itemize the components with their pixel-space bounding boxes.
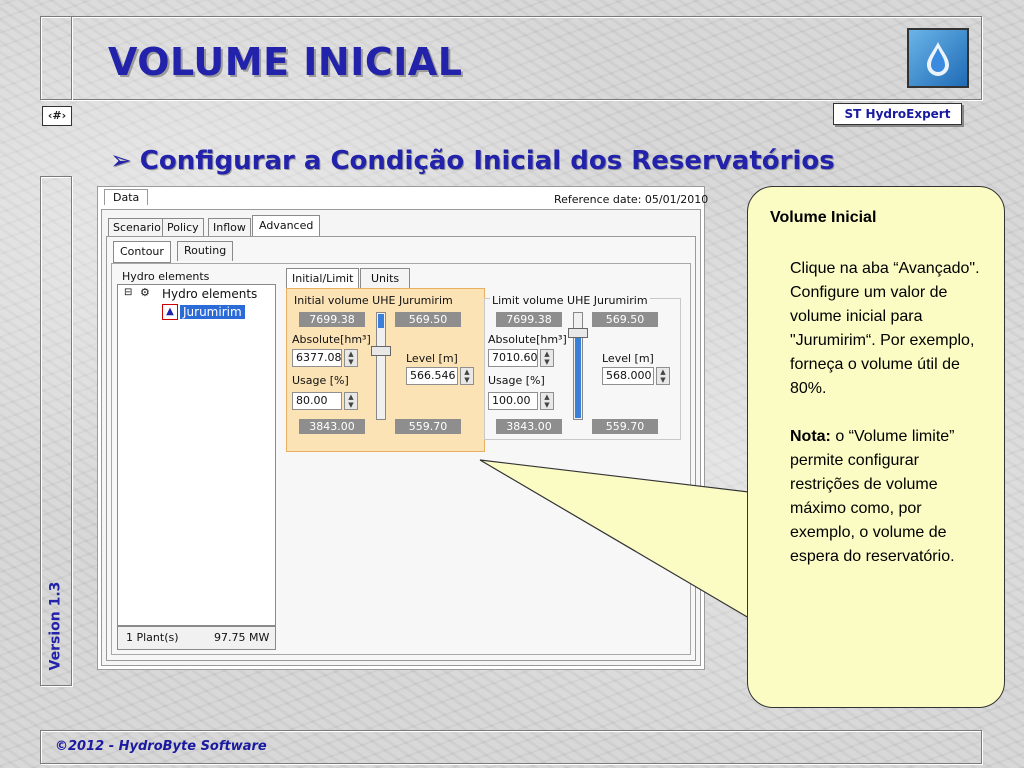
tab-units[interactable]: Units	[360, 268, 411, 289]
limit-usage-spinner[interactable]: ▲ ▼	[540, 392, 554, 410]
tree-item-jurumirim[interactable]: Jurumirim	[180, 305, 245, 319]
water-drop-icon	[907, 28, 969, 88]
initial-level-field[interactable]: 566.546	[406, 367, 458, 385]
tab-policy[interactable]: Policy	[162, 218, 204, 236]
initial-level-max: 569.50	[395, 312, 461, 327]
subtitle-text: Configurar a Condição Inicial dos Reserv…	[139, 146, 835, 176]
left-rail-top	[40, 16, 72, 100]
status-bar: 1 Plant(s) 97.75 MW	[117, 626, 276, 650]
data-tab[interactable]: Data	[104, 189, 149, 205]
initial-usage-label: Usage [%]	[292, 374, 349, 387]
initial-slider-fill	[378, 314, 384, 328]
tree-view: ⊟ ⚙ Hydro elements ▲ Jurumirim	[117, 284, 276, 626]
brand-label: ST HydroExpert	[833, 103, 962, 125]
initial-vol-max: 7699.38	[299, 312, 365, 327]
initial-level-spinner[interactable]: ▲ ▼	[460, 367, 474, 385]
initial-vol-min: 3843.00	[299, 419, 365, 434]
callout-note: Nota: o “Volume limite” permite configur…	[790, 425, 990, 569]
limit-level-label: Level [m]	[602, 352, 654, 365]
initial-volume-title: Initial volume UHE Jurumirim	[294, 294, 453, 307]
callout-text: Clique na aba “Avançado". Configure um v…	[790, 257, 990, 569]
arrow-bullet-icon: ➢	[110, 146, 132, 176]
limit-vol-min: 3843.00	[496, 419, 562, 434]
initial-absolute-field[interactable]: 6377.08	[292, 349, 342, 367]
limit-level-max: 569.50	[592, 312, 658, 327]
callout-paragraph: Clique na aba “Avançado". Configure um v…	[790, 260, 980, 397]
contour-panel: Hydro elements ⊟ ⚙ Hydro elements ▲ Juru…	[111, 263, 691, 655]
slide-number-nav[interactable]: ‹#›	[42, 106, 72, 126]
version-label-box: Version 1.3	[39, 582, 69, 671]
tab-routing[interactable]: Routing	[177, 241, 234, 261]
tab-advanced[interactable]: Advanced	[252, 215, 321, 237]
note-label: Nota:	[790, 428, 831, 445]
app-window: Data Reference date: 05/01/2010 Scenario…	[97, 186, 709, 670]
footer-copyright: ©2012 - HydroByte Software	[55, 739, 267, 754]
tree-title: Hydro elements	[122, 270, 210, 283]
slide-subtitle: ➢ Configurar a Condição Inicial dos Reser…	[110, 146, 835, 176]
advanced-panel: Contour Routing Hydro elements ⊟ ⚙ Hydro…	[106, 236, 696, 661]
data-panel: Scenario Policy Inflow Advanced Contour …	[101, 209, 701, 666]
tree-node-icon: ⚙	[140, 286, 150, 299]
tree-root[interactable]: Hydro elements	[162, 287, 257, 301]
callout-heading: Volume Inicial	[770, 209, 877, 226]
limit-absolute-spinner[interactable]: ▲ ▼	[540, 349, 554, 367]
reference-date: Reference date: 05/01/2010	[554, 193, 709, 206]
initial-slider-track[interactable]	[376, 312, 386, 420]
warning-plant-icon: ▲	[162, 304, 178, 320]
limit-level-min: 559.70	[592, 419, 658, 434]
limit-slider-thumb[interactable]	[568, 328, 588, 338]
limit-slider-fill	[575, 336, 581, 418]
limit-usage-label: Usage [%]	[488, 374, 545, 387]
initial-level-min: 559.70	[395, 419, 461, 434]
slide-title: VOLUME INICIAL	[108, 40, 463, 84]
status-plants: 1 Plant(s)	[126, 631, 179, 644]
initial-slider-thumb[interactable]	[371, 346, 391, 356]
tab-contour[interactable]: Contour	[113, 241, 171, 263]
tab-initial-limit[interactable]: Initial/Limit	[286, 268, 360, 289]
note-text: o “Volume limite” permite configurar res…	[790, 428, 955, 565]
limit-level-field[interactable]: 568.000	[602, 367, 654, 385]
limit-usage-field[interactable]: 100.00	[488, 392, 538, 410]
callout-pointer-mask	[748, 494, 752, 616]
initial-level-label: Level [m]	[406, 352, 458, 365]
limit-absolute-label: Absolute[hm³]	[488, 333, 567, 346]
status-power: 97.75 MW	[214, 631, 270, 644]
initial-usage-spinner[interactable]: ▲ ▼	[344, 392, 358, 410]
tab-inflow[interactable]: Inflow	[208, 218, 251, 236]
callout-box: Volume Inicial Clique na aba “Avançado".…	[747, 186, 1005, 708]
version-label: Version 1.3	[47, 581, 64, 671]
initial-usage-field[interactable]: 80.00	[292, 392, 342, 410]
tree-collapse-icon[interactable]: ⊟	[124, 287, 132, 298]
initial-absolute-label: Absolute[hm³]	[292, 333, 371, 346]
initial-absolute-spinner[interactable]: ▲ ▼	[344, 349, 358, 367]
limit-absolute-field[interactable]: 7010.60	[488, 349, 538, 367]
limit-level-spinner[interactable]: ▲ ▼	[656, 367, 670, 385]
tab-scenario[interactable]: Scenario	[108, 218, 166, 236]
limit-vol-max: 7699.38	[496, 312, 562, 327]
limit-volume-title: Limit volume UHE Jurumirim	[490, 294, 650, 307]
